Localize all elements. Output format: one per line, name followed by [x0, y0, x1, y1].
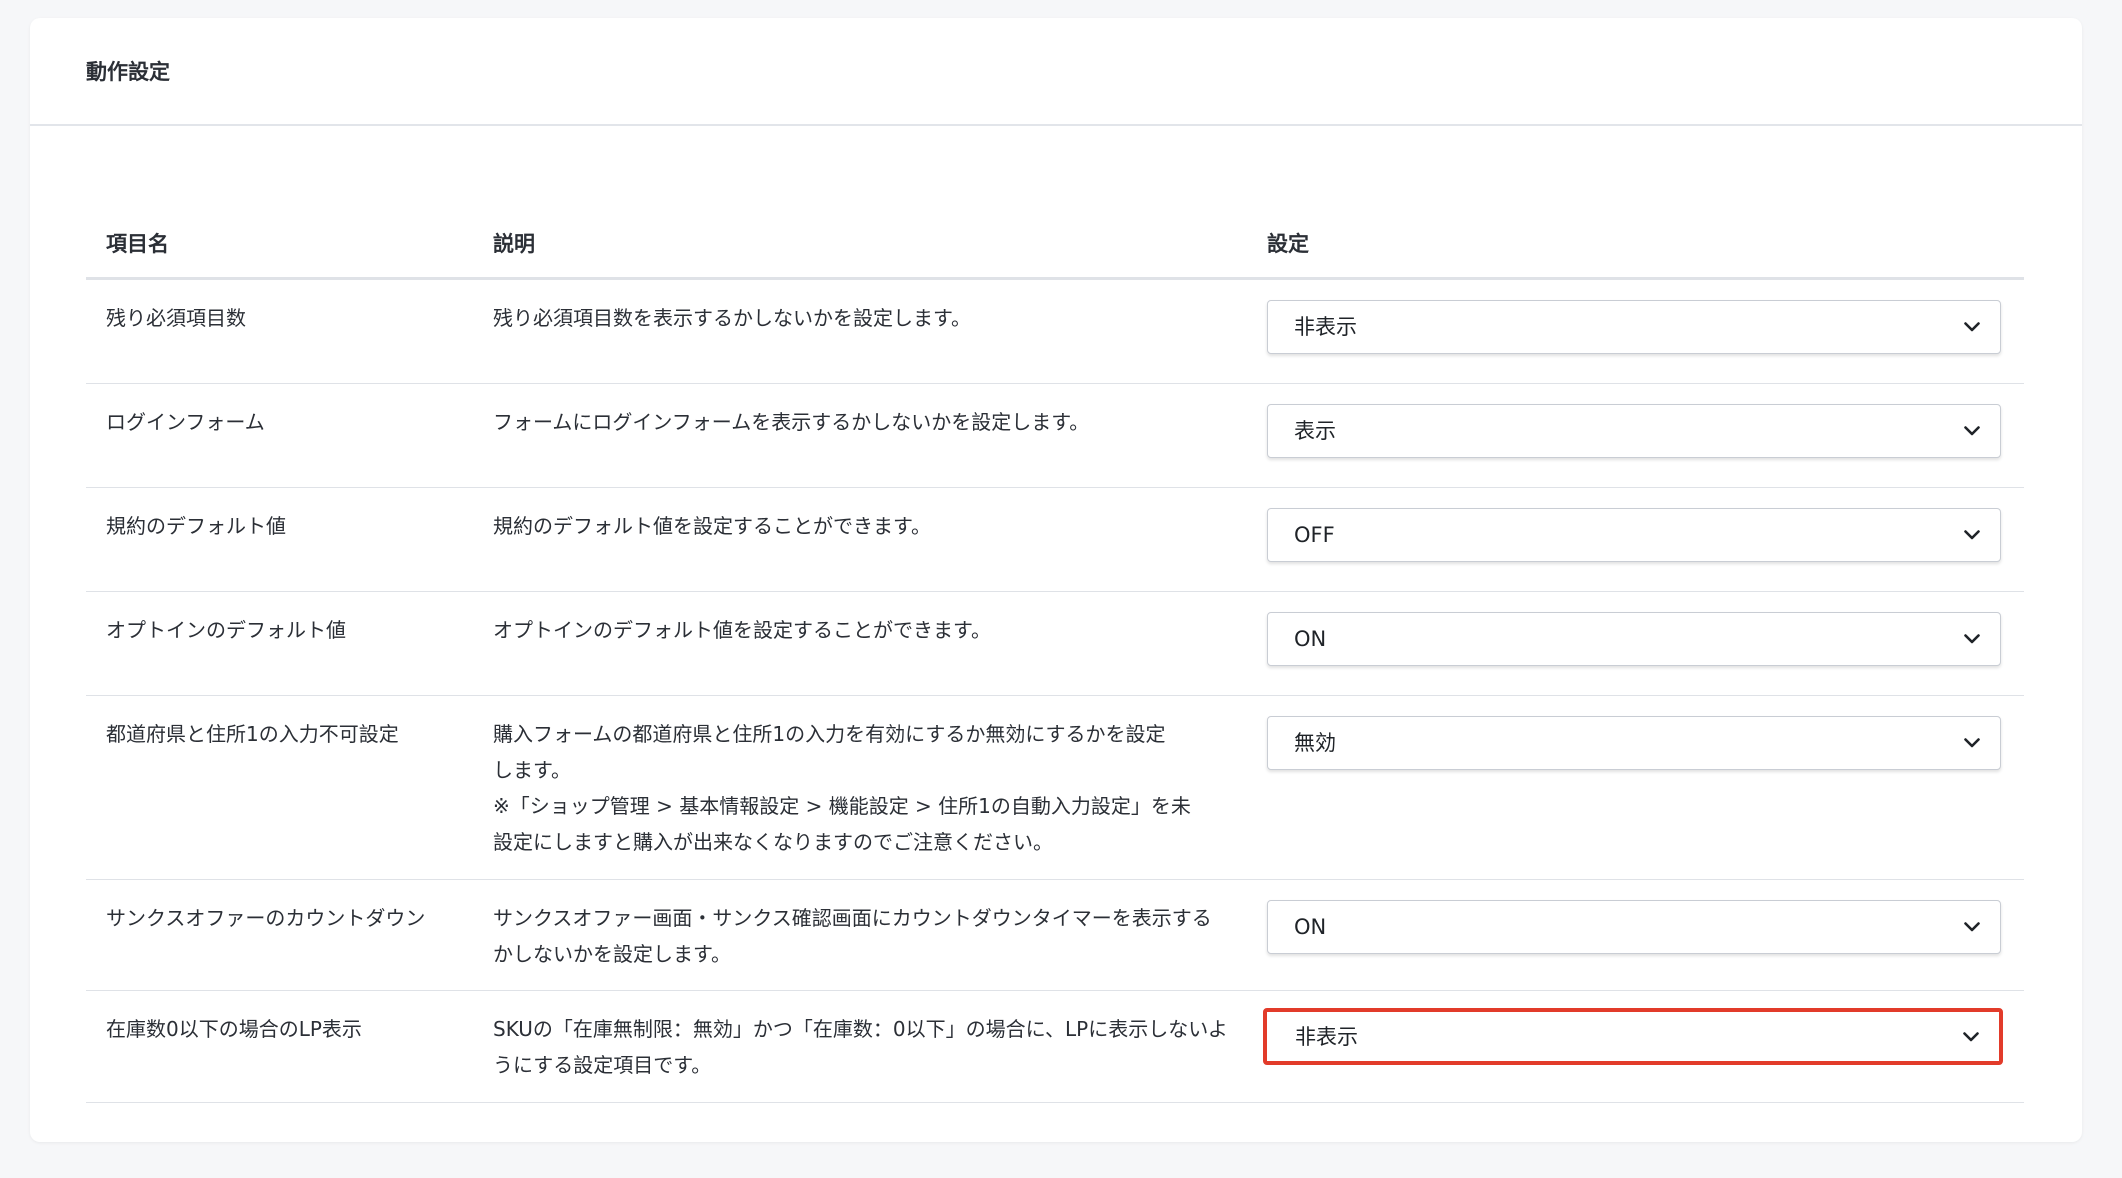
- row-name: オプトインのデフォルト値: [106, 618, 346, 642]
- remaining-required-select[interactable]: 非表示: [1267, 300, 2001, 354]
- row-name: 規約のデフォルト値: [106, 514, 286, 538]
- terms-default-select[interactable]: OFF: [1267, 508, 2001, 562]
- row-description: 購入フォームの都道府県と住所1の入力を有効にするか無効にするかを設定 します。 …: [493, 716, 1238, 860]
- description-line: 設定にしますと購入が出来なくなりますのでご注意ください。: [493, 830, 1053, 854]
- chevron-down-icon: [1964, 634, 1980, 644]
- settings-card: 動作設定 項目名 説明 設定 残り必須項目数 残り必須項目数を表示するかしないか…: [30, 18, 2082, 1142]
- description-line: かしないかを設定します。: [493, 942, 731, 966]
- row-name: サンクスオファーのカウントダウン: [106, 906, 426, 930]
- table-row: サンクスオファーのカウントダウン サンクスオファー画面・サンクス確認画面にカウン…: [86, 880, 2024, 991]
- chevron-down-icon: [1964, 322, 1980, 332]
- chevron-down-icon: [1964, 530, 1980, 540]
- row-name: 残り必須項目数: [106, 306, 246, 330]
- row-description: 規約のデフォルト値を設定することができます。: [493, 514, 931, 538]
- settings-table: 項目名 説明 設定 残り必須項目数 残り必須項目数を表示するかしないかを設定しま…: [86, 208, 2024, 1103]
- card-title: 動作設定: [86, 60, 170, 84]
- address-input-select[interactable]: 無効: [1267, 716, 2001, 770]
- header-setting: 設定: [1267, 231, 1309, 256]
- header-description: 説明: [493, 231, 535, 256]
- description-line: 購入フォームの都道府県と住所1の入力を有効にするか無効にするかを設定: [493, 722, 1166, 746]
- optin-default-select[interactable]: ON: [1267, 612, 2001, 666]
- chevron-down-icon: [1964, 738, 1980, 748]
- row-description: 残り必須項目数を表示するかしないかを設定します。: [493, 306, 971, 330]
- card-header: 動作設定: [30, 18, 2082, 126]
- header-name: 項目名: [106, 231, 169, 256]
- select-value: 無効: [1294, 731, 1336, 755]
- description-line: SKUの「在庫無制限：無効」かつ「在庫数：0以下」の場合に、LPに表示しないよ: [493, 1017, 1228, 1041]
- row-name: 在庫数0以下の場合のLP表示: [106, 1017, 362, 1041]
- select-value: 表示: [1294, 419, 1336, 443]
- table-row: 在庫数0以下の場合のLP表示 SKUの「在庫無制限：無効」かつ「在庫数：0以下」…: [86, 991, 2024, 1103]
- row-name: 都道府県と住所1の入力不可設定: [106, 722, 399, 746]
- select-value: 非表示: [1295, 1024, 1358, 1049]
- description-line: します。: [493, 758, 571, 782]
- chevron-down-icon: [1964, 426, 1980, 436]
- table-row: オプトインのデフォルト値 オプトインのデフォルト値を設定することができます。 O…: [86, 592, 2024, 696]
- description-line: うにする設定項目です。: [493, 1053, 712, 1077]
- row-description: フォームにログインフォームを表示するかしないかを設定します。: [493, 410, 1090, 434]
- table-row: 残り必須項目数 残り必須項目数を表示するかしないかを設定します。 非表示: [86, 280, 2024, 384]
- countdown-select[interactable]: ON: [1267, 900, 2001, 954]
- select-value: OFF: [1294, 523, 1335, 547]
- chevron-down-icon: [1964, 922, 1980, 932]
- row-description: SKUの「在庫無制限：無効」かつ「在庫数：0以下」の場合に、LPに表示しないよ …: [493, 1011, 1238, 1083]
- row-description: サンクスオファー画面・サンクス確認画面にカウントダウンタイマーを表示する かしな…: [493, 900, 1238, 972]
- table-row: 都道府県と住所1の入力不可設定 購入フォームの都道府県と住所1の入力を有効にする…: [86, 696, 2024, 880]
- lp-display-select[interactable]: 非表示: [1263, 1008, 2003, 1065]
- description-line: ※「ショップ管理 > 基本情報設定 > 機能設定 > 住所1の自動入力設定」を未: [493, 794, 1191, 818]
- row-description: オプトインのデフォルト値を設定することができます。: [493, 618, 991, 642]
- table-header: 項目名 説明 設定: [86, 208, 2024, 280]
- select-value: ON: [1294, 627, 1327, 651]
- table-row: ログインフォーム フォームにログインフォームを表示するかしないかを設定します。 …: [86, 384, 2024, 488]
- login-form-select[interactable]: 表示: [1267, 404, 2001, 458]
- select-value: ON: [1294, 915, 1327, 939]
- table-row: 規約のデフォルト値 規約のデフォルト値を設定することができます。 OFF: [86, 488, 2024, 592]
- select-value: 非表示: [1294, 315, 1357, 339]
- description-line: サンクスオファー画面・サンクス確認画面にカウントダウンタイマーを表示する: [493, 906, 1212, 930]
- row-name: ログインフォーム: [106, 410, 265, 434]
- chevron-down-icon: [1963, 1031, 1979, 1041]
